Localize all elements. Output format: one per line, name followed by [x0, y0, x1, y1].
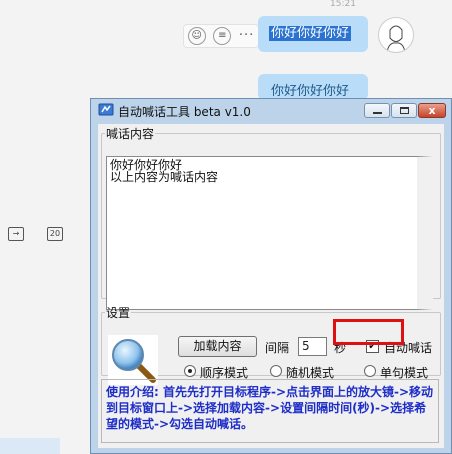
mode-radio-sequential[interactable]	[184, 365, 196, 377]
content-group: 喊话内容 你好你好你好 以上内容为喊话内容	[101, 125, 441, 310]
interval-input[interactable]: 5	[298, 337, 327, 356]
content-group-legend: 喊话内容	[106, 127, 155, 141]
settings-group-legend: 设置	[106, 306, 131, 320]
window-client: 喊话内容 你好你好你好 以上内容为喊话内容 设置 加载内容 间隔 5 秒 ✔ 自…	[98, 124, 444, 448]
content-line: 以上内容为喊话内容	[110, 170, 219, 184]
chat-bubble[interactable]: 你好你好你好	[258, 16, 368, 52]
maximize-button[interactable]	[391, 103, 417, 118]
folder-icon[interactable]: →	[8, 227, 24, 241]
tool-window: 自动喊话工具 beta v1.0 x 喊话内容 你好你好你好 以上内容为喊话内容…	[90, 98, 452, 454]
title-bar[interactable]: 自动喊话工具 beta v1.0 x	[91, 99, 451, 123]
load-content-button[interactable]: 加载内容	[178, 336, 257, 357]
chat-bubble[interactable]: 你好你好你好	[258, 74, 368, 100]
mode-radio-single[interactable]	[364, 365, 376, 377]
magnifier-icon[interactable]	[108, 335, 158, 385]
close-button[interactable]: x	[418, 103, 446, 118]
window-title: 自动喊话工具 beta v1.0	[118, 105, 251, 119]
chat-timestamp: 15:21	[330, 0, 356, 9]
interval-label: 间隔	[265, 341, 290, 355]
quote-icon[interactable]: ≡	[213, 27, 232, 45]
more-icon[interactable]: ···	[239, 27, 254, 45]
emoji-icon[interactable]: ☺	[187, 27, 206, 45]
chat-message-text: 你好你好你好	[269, 26, 352, 41]
message-action-bar: ☺ ≡ ···	[183, 24, 259, 48]
usage-intro: 使用介绍: 首先先打开目标程序->点击界面上的放大镜->移动到目标窗口上->选择…	[101, 379, 439, 443]
avatar[interactable]	[378, 17, 414, 53]
content-textarea[interactable]: 你好你好你好 以上内容为喊话内容	[106, 156, 433, 310]
close-icon: x	[428, 104, 436, 117]
chat-message-text: 你好你好你好	[271, 84, 350, 99]
highlight-box	[333, 319, 404, 345]
minimize-icon	[373, 112, 382, 114]
calendar-icon[interactable]: 20	[47, 227, 63, 241]
taskbar-strip	[0, 438, 60, 454]
app-icon	[98, 103, 114, 116]
minimize-button[interactable]	[364, 103, 390, 118]
maximize-icon	[400, 107, 409, 114]
mode-radio-random[interactable]	[270, 365, 282, 377]
